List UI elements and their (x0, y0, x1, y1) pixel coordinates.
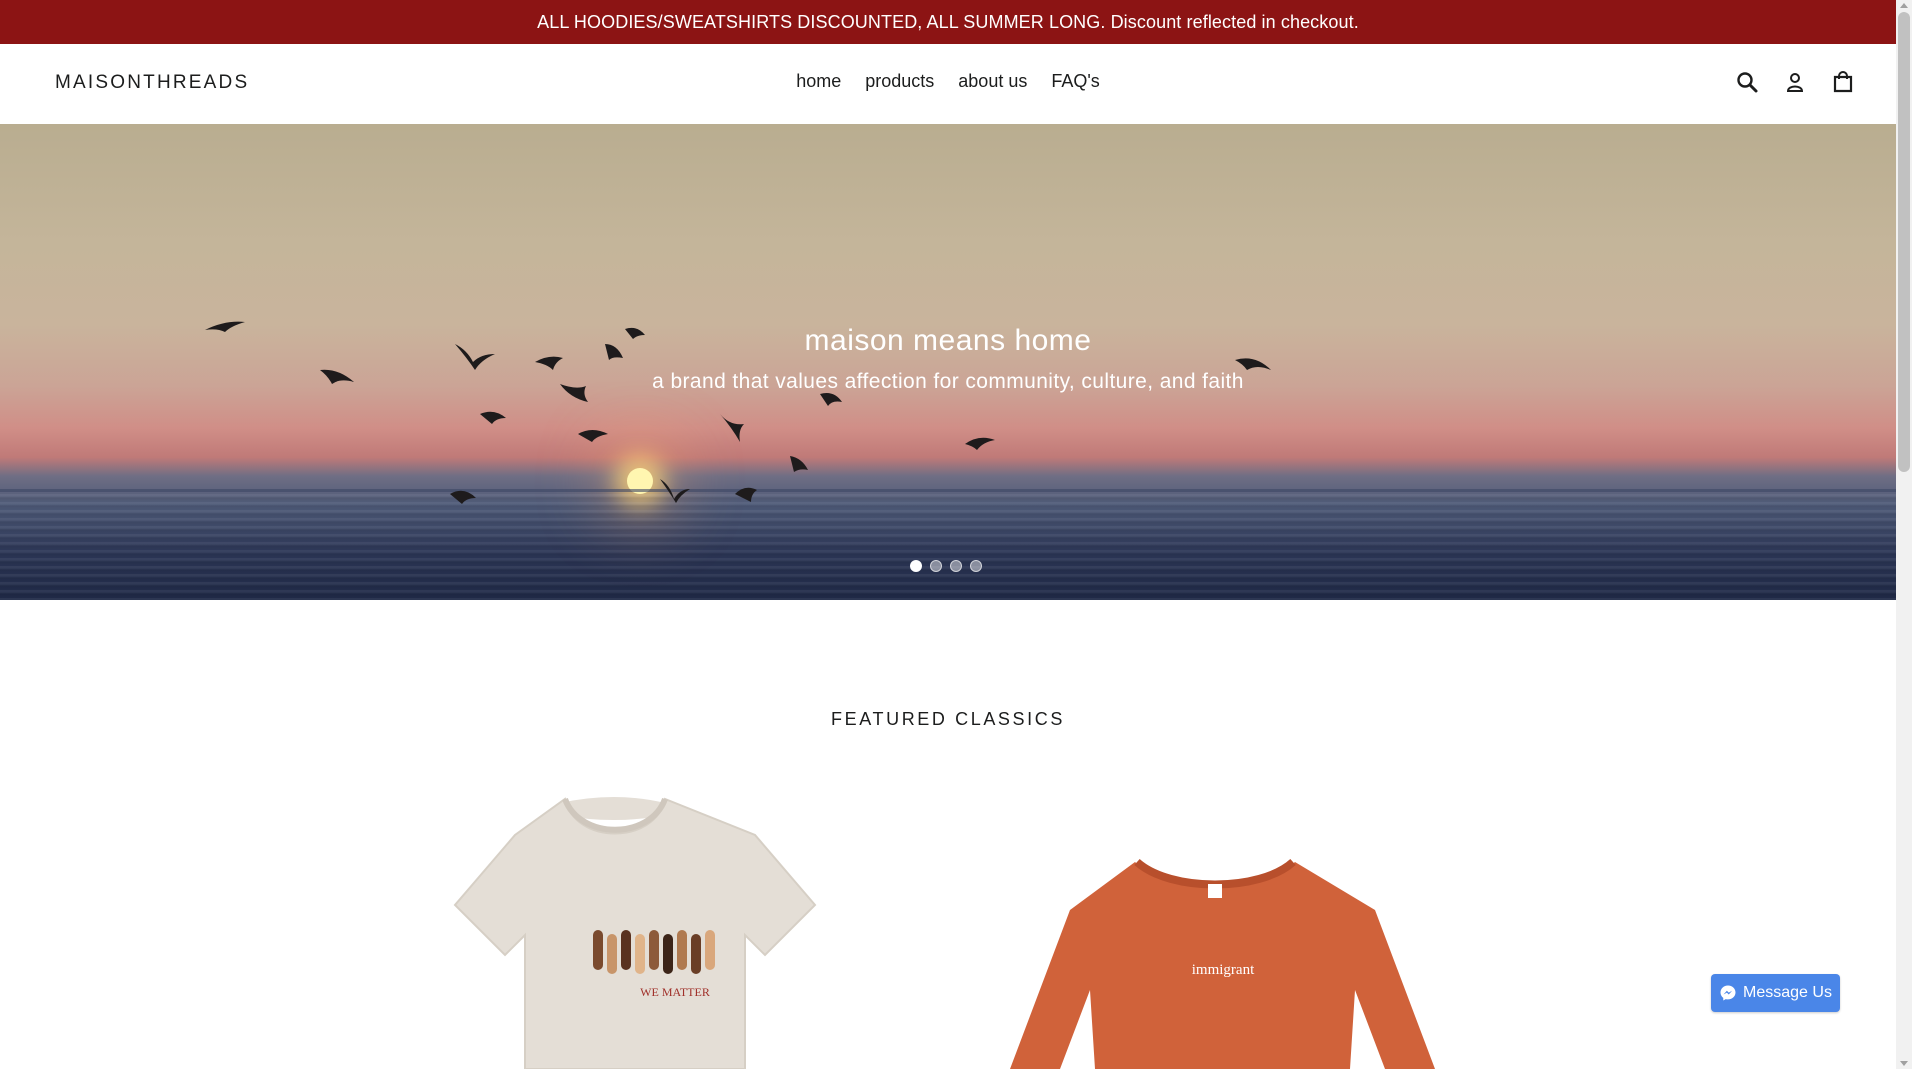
nav-about-us[interactable]: about us (946, 71, 1039, 92)
cart-icon[interactable] (1830, 68, 1856, 96)
message-us-label: Message Us (1743, 984, 1832, 1001)
slide-dot-3[interactable] (950, 560, 962, 572)
scroll-down-arrow[interactable] (1900, 1061, 1908, 1066)
longsleeve-print-text: immigrant (1192, 962, 1255, 978)
hero-birds (205, 321, 1271, 504)
slide-dot-2[interactable] (930, 560, 942, 572)
longsleeve-image: immigrant (1010, 858, 1435, 1069)
slideshow-dots (910, 560, 982, 572)
announcement-bar: ALL HOODIES/SWEATSHIRTS DISCOUNTED, ALL … (0, 0, 1896, 44)
longsleeve-tag (1208, 884, 1222, 898)
main-nav: home products about us FAQ's (0, 71, 1896, 92)
nav-faq[interactable]: FAQ's (1039, 71, 1111, 92)
hero-subtitle: a brand that values affection for commun… (652, 370, 1244, 393)
slide-dot-4[interactable] (970, 560, 982, 572)
hero-slideshow[interactable]: maison means home a brand that values af… (0, 124, 1896, 600)
featured-title: FEATURED CLASSICS (831, 709, 1065, 729)
tshirt-image: WE MATTER (453, 797, 817, 1070)
messenger-icon (1720, 985, 1736, 1001)
hero-title: maison means home (804, 324, 1092, 357)
page-scrollbar[interactable] (1896, 0, 1912, 1069)
scroll-thumb[interactable] (1898, 12, 1910, 472)
header-icons (1734, 68, 1856, 96)
announcement-text: ALL HOODIES/SWEATSHIRTS DISCOUNTED, ALL … (537, 11, 1359, 32)
site-header: MAISONTHREADS home products about us FAQ… (0, 44, 1896, 125)
message-us-button[interactable]: Message Us (1711, 974, 1840, 1012)
nav-products[interactable]: products (853, 71, 946, 92)
tshirt-print-text: WE MATTER (640, 985, 710, 999)
product-card-we-matter-tee[interactable]: WE MATTER (415, 795, 920, 1070)
slide-dot-1[interactable] (910, 560, 922, 572)
search-icon[interactable] (1734, 68, 1760, 96)
account-icon[interactable] (1782, 68, 1808, 96)
product-card-immigrant-longsleeve[interactable]: immigrant (965, 850, 1480, 1069)
nav-home[interactable]: home (784, 71, 853, 92)
scroll-up-arrow[interactable] (1900, 3, 1908, 8)
